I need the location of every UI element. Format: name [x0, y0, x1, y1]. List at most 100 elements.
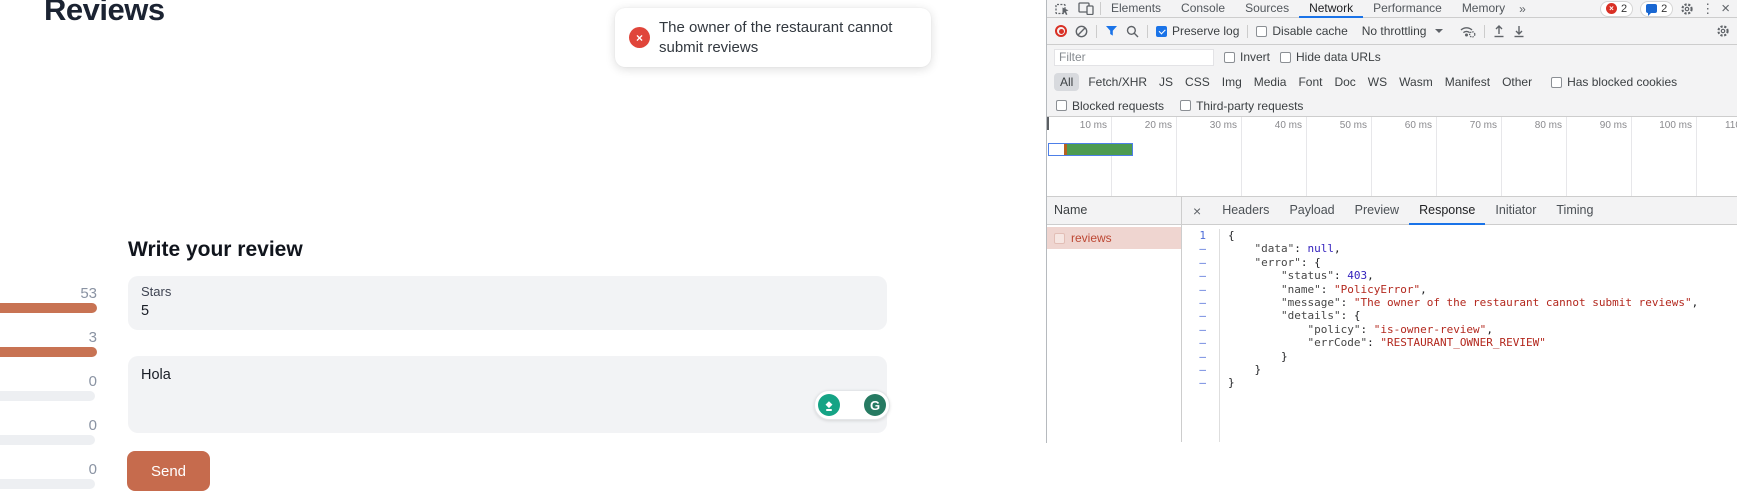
disable-cache-option[interactable]: Disable cache [1256, 24, 1347, 38]
rating-count: 53 [0, 286, 97, 301]
disable-cache-checkbox[interactable] [1256, 26, 1267, 37]
detail-tab-headers[interactable]: Headers [1212, 197, 1279, 225]
tab-performance[interactable]: Performance [1363, 0, 1452, 18]
rating-bar [0, 435, 95, 445]
code-line: "data": null, [1228, 242, 1698, 255]
error-circle-icon: × [629, 27, 650, 48]
clear-network-log-icon[interactable] [1075, 25, 1088, 38]
rating-count: 0 [0, 374, 97, 389]
detail-tab-response[interactable]: Response [1409, 197, 1485, 225]
export-har-icon[interactable] [1513, 24, 1525, 38]
filter-funnel-icon[interactable] [1105, 25, 1118, 37]
has-blocked-cookies-option[interactable]: Has blocked cookies [1551, 75, 1677, 89]
timeline-tick: 10 ms [1047, 117, 1112, 196]
preserve-log-checkbox[interactable] [1156, 26, 1167, 37]
code-line: "name": "PolicyError", [1228, 283, 1698, 296]
grammarly-suggestion-icon[interactable]: ◆ [818, 394, 840, 416]
stars-field[interactable]: Stars 5 [128, 276, 887, 330]
close-detail-icon[interactable]: × [1182, 203, 1212, 219]
filter-chip-manifest[interactable]: Manifest [1439, 73, 1496, 91]
rating-row: 0 [0, 418, 97, 445]
tab-elements[interactable]: Elements [1101, 0, 1171, 18]
devtools-tabbar: ElementsConsoleSourcesNetworkPerformance… [1047, 0, 1737, 18]
search-icon[interactable] [1126, 25, 1139, 38]
issues-count-badge[interactable]: 2 [1640, 1, 1673, 17]
name-column-header[interactable]: Name [1047, 197, 1181, 225]
gutter-line: – [1182, 283, 1206, 296]
close-devtools-icon[interactable]: × [1721, 0, 1730, 17]
detail-tab-timing[interactable]: Timing [1546, 197, 1603, 225]
preserve-log-option[interactable]: Preserve log [1156, 24, 1239, 38]
gutter-line: – [1182, 350, 1206, 363]
blocked-requests-option[interactable]: Blocked requests [1056, 99, 1164, 113]
network-settings-gear-icon[interactable] [1716, 24, 1737, 38]
request-list: Name reviews [1047, 197, 1182, 442]
page-title: Reviews [44, 0, 165, 28]
rating-count: 0 [0, 462, 97, 477]
code-line: "status": 403, [1228, 269, 1698, 282]
grammarly-logo-icon[interactable]: G [864, 394, 886, 416]
tab-sources[interactable]: Sources [1235, 0, 1299, 18]
network-toolbar: Preserve log Disable cache No throttling [1047, 18, 1737, 45]
more-tabs-chevron[interactable]: » [1515, 2, 1530, 16]
request-row-reviews[interactable]: reviews [1047, 227, 1181, 249]
gutter-line: – [1182, 363, 1206, 376]
tab-memory[interactable]: Memory [1452, 0, 1515, 18]
detail-tab-payload[interactable]: Payload [1279, 197, 1344, 225]
code-line: "errCode": "RESTAURANT_OWNER_REVIEW" [1228, 336, 1698, 349]
filter-chip-img[interactable]: Img [1216, 73, 1248, 91]
detail-tabbar: × HeadersPayloadPreviewResponseInitiator… [1182, 197, 1737, 225]
inspect-element-icon[interactable] [1055, 2, 1070, 16]
filter-chip-css[interactable]: CSS [1179, 73, 1216, 91]
network-overview-timeline[interactable]: 10 ms20 ms30 ms40 ms50 ms60 ms70 ms80 ms… [1047, 117, 1737, 197]
settings-gear-icon[interactable] [1680, 2, 1694, 16]
filter-chip-media[interactable]: Media [1248, 73, 1293, 91]
third-party-requests-option[interactable]: Third-party requests [1180, 99, 1303, 113]
network-conditions-icon[interactable] [1459, 25, 1476, 38]
filter-chip-all[interactable]: All [1054, 73, 1079, 91]
line-number-gutter: 1––––––––––– [1182, 229, 1220, 442]
filter-row: Invert Hide data URLs [1047, 45, 1737, 69]
filter-chip-fetchxhr[interactable]: Fetch/XHR [1082, 73, 1153, 91]
error-toast: × The owner of the restaurant cannot sub… [615, 8, 931, 67]
filter-chip-wasm[interactable]: Wasm [1393, 73, 1439, 91]
import-har-icon[interactable] [1493, 24, 1505, 38]
filter-chip-doc[interactable]: Doc [1328, 73, 1361, 91]
blocked-requests-checkbox[interactable] [1056, 100, 1067, 111]
timeline-tick: 40 ms [1242, 117, 1307, 196]
menu-dots-icon[interactable]: ⋮ [1701, 1, 1714, 17]
device-toolbar-icon[interactable] [1078, 2, 1094, 15]
invert-checkbox[interactable] [1224, 52, 1235, 63]
error-count-badge[interactable]: × 2 [1600, 1, 1633, 17]
hide-data-urls-checkbox[interactable] [1280, 52, 1291, 63]
filter-chip-other[interactable]: Other [1496, 73, 1538, 91]
filter-chip-font[interactable]: Font [1292, 73, 1328, 91]
filter-chip-js[interactable]: JS [1153, 73, 1179, 91]
filter-chip-ws[interactable]: WS [1362, 73, 1393, 91]
tab-network[interactable]: Network [1299, 0, 1363, 18]
tab-console[interactable]: Console [1171, 0, 1235, 18]
divider [1096, 25, 1097, 38]
blocked-requests-label: Blocked requests [1072, 99, 1164, 113]
waterfall-waiting-segment [1049, 144, 1064, 155]
error-icon: × [1606, 3, 1617, 14]
timeline-tick: 30 ms [1177, 117, 1242, 196]
dropdown-caret-icon [1435, 29, 1443, 37]
request-waterfall-bar[interactable] [1048, 143, 1133, 156]
filter-input[interactable] [1054, 49, 1214, 66]
detail-tab-preview[interactable]: Preview [1345, 197, 1409, 225]
third-party-requests-checkbox[interactable] [1180, 100, 1191, 111]
record-network-log-icon[interactable] [1055, 25, 1067, 37]
grammarly-widget[interactable]: ◆ G [814, 390, 890, 420]
toast-message: The owner of the restaurant cannot submi… [659, 18, 905, 57]
bulb-stem [826, 409, 832, 411]
detail-tab-initiator[interactable]: Initiator [1485, 197, 1546, 225]
review-textarea[interactable]: Hola [128, 356, 887, 433]
throttling-select[interactable]: No throttling [1362, 24, 1444, 38]
invert-option[interactable]: Invert [1224, 50, 1270, 64]
third-party-requests-label: Third-party requests [1196, 99, 1303, 113]
has-blocked-cookies-checkbox[interactable] [1551, 77, 1562, 88]
message-bubble-icon [1646, 4, 1657, 13]
send-button[interactable]: Send [127, 451, 210, 491]
hide-data-urls-option[interactable]: Hide data URLs [1280, 50, 1381, 64]
